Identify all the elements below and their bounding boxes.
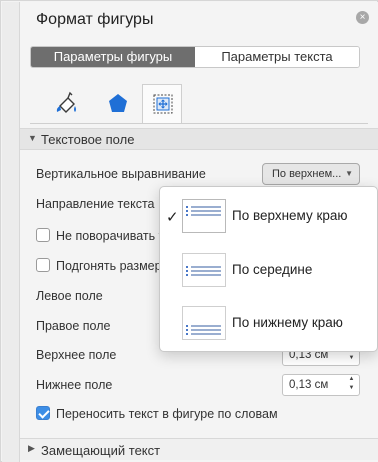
menu-item-bottom[interactable]: По нижнему краю [160,297,378,349]
close-icon[interactable]: × [356,11,369,24]
text-box-section-header[interactable]: ▼ Текстовое поле [20,128,378,150]
document-edge [2,2,20,462]
bottom-margin-label: Нижнее поле [36,378,113,392]
menu-item-middle[interactable]: По середине [160,244,378,296]
wrap-text-label: Переносить текст в фигуре по словам [56,407,278,421]
options-segmented-control: Параметры фигуры Параметры текста [30,46,360,68]
align-top-icon [182,199,226,233]
text-direction-label: Направление текста [36,197,155,211]
menu-item-top[interactable]: ✓ По верхнему краю [160,190,378,242]
icon-tab-row [30,84,368,124]
menu-item-label: По нижнему краю [232,315,343,330]
top-margin-label: Верхнее поле [36,348,117,362]
checkmark-icon: ✓ [166,209,179,226]
right-margin-label: Правое поле [36,319,111,333]
autofit-checkbox[interactable] [36,258,50,272]
pane-title: Формат фигуры [36,11,154,28]
triangle-right-icon: ▶ [28,443,35,453]
left-margin-label: Левое поле [36,289,103,303]
wrap-text-checkbox[interactable] [36,406,50,420]
bottom-margin-input[interactable] [283,375,345,395]
do-not-rotate-checkbox[interactable] [36,228,50,242]
layout-properties-icon[interactable] [142,84,182,124]
do-not-rotate-label: Не поворачивать т [56,229,165,243]
vertical-alignment-menu: ✓ По верхнему краю По середине По нижнем… [159,186,378,352]
text-options-tab[interactable]: Параметры текста [195,47,359,67]
tab-divider [30,123,368,124]
stepper-arrows-icon[interactable]: ▲▼ [345,375,358,395]
section-title: Замещающий текст [41,443,161,458]
align-middle-icon [182,253,226,287]
autofit-label: Подгонять размер [56,259,162,273]
effects-pentagon-icon[interactable] [98,84,138,122]
chevron-down-icon: ▼ [345,169,353,178]
menu-item-label: По верхнему краю [232,208,348,223]
section-title: Текстовое поле [41,132,135,147]
bottom-margin-stepper: ▲▼ [282,374,360,396]
triangle-down-icon: ▼ [28,133,37,143]
vertical-alignment-value: По верхнем... [272,168,342,180]
menu-item-label: По середине [232,262,313,277]
fill-line-icon[interactable] [46,84,86,122]
shape-options-tab[interactable]: Параметры фигуры [31,47,195,67]
vertical-alignment-select[interactable]: По верхнем... ▼ [262,163,360,185]
alt-text-section-header[interactable]: ▶ Замещающий текст [20,438,378,460]
window-frame: Формат фигуры × Параметры фигуры Парамет… [0,0,378,462]
vertical-alignment-label: Вертикальное выравнивание [36,167,206,181]
align-bottom-icon [182,306,226,340]
